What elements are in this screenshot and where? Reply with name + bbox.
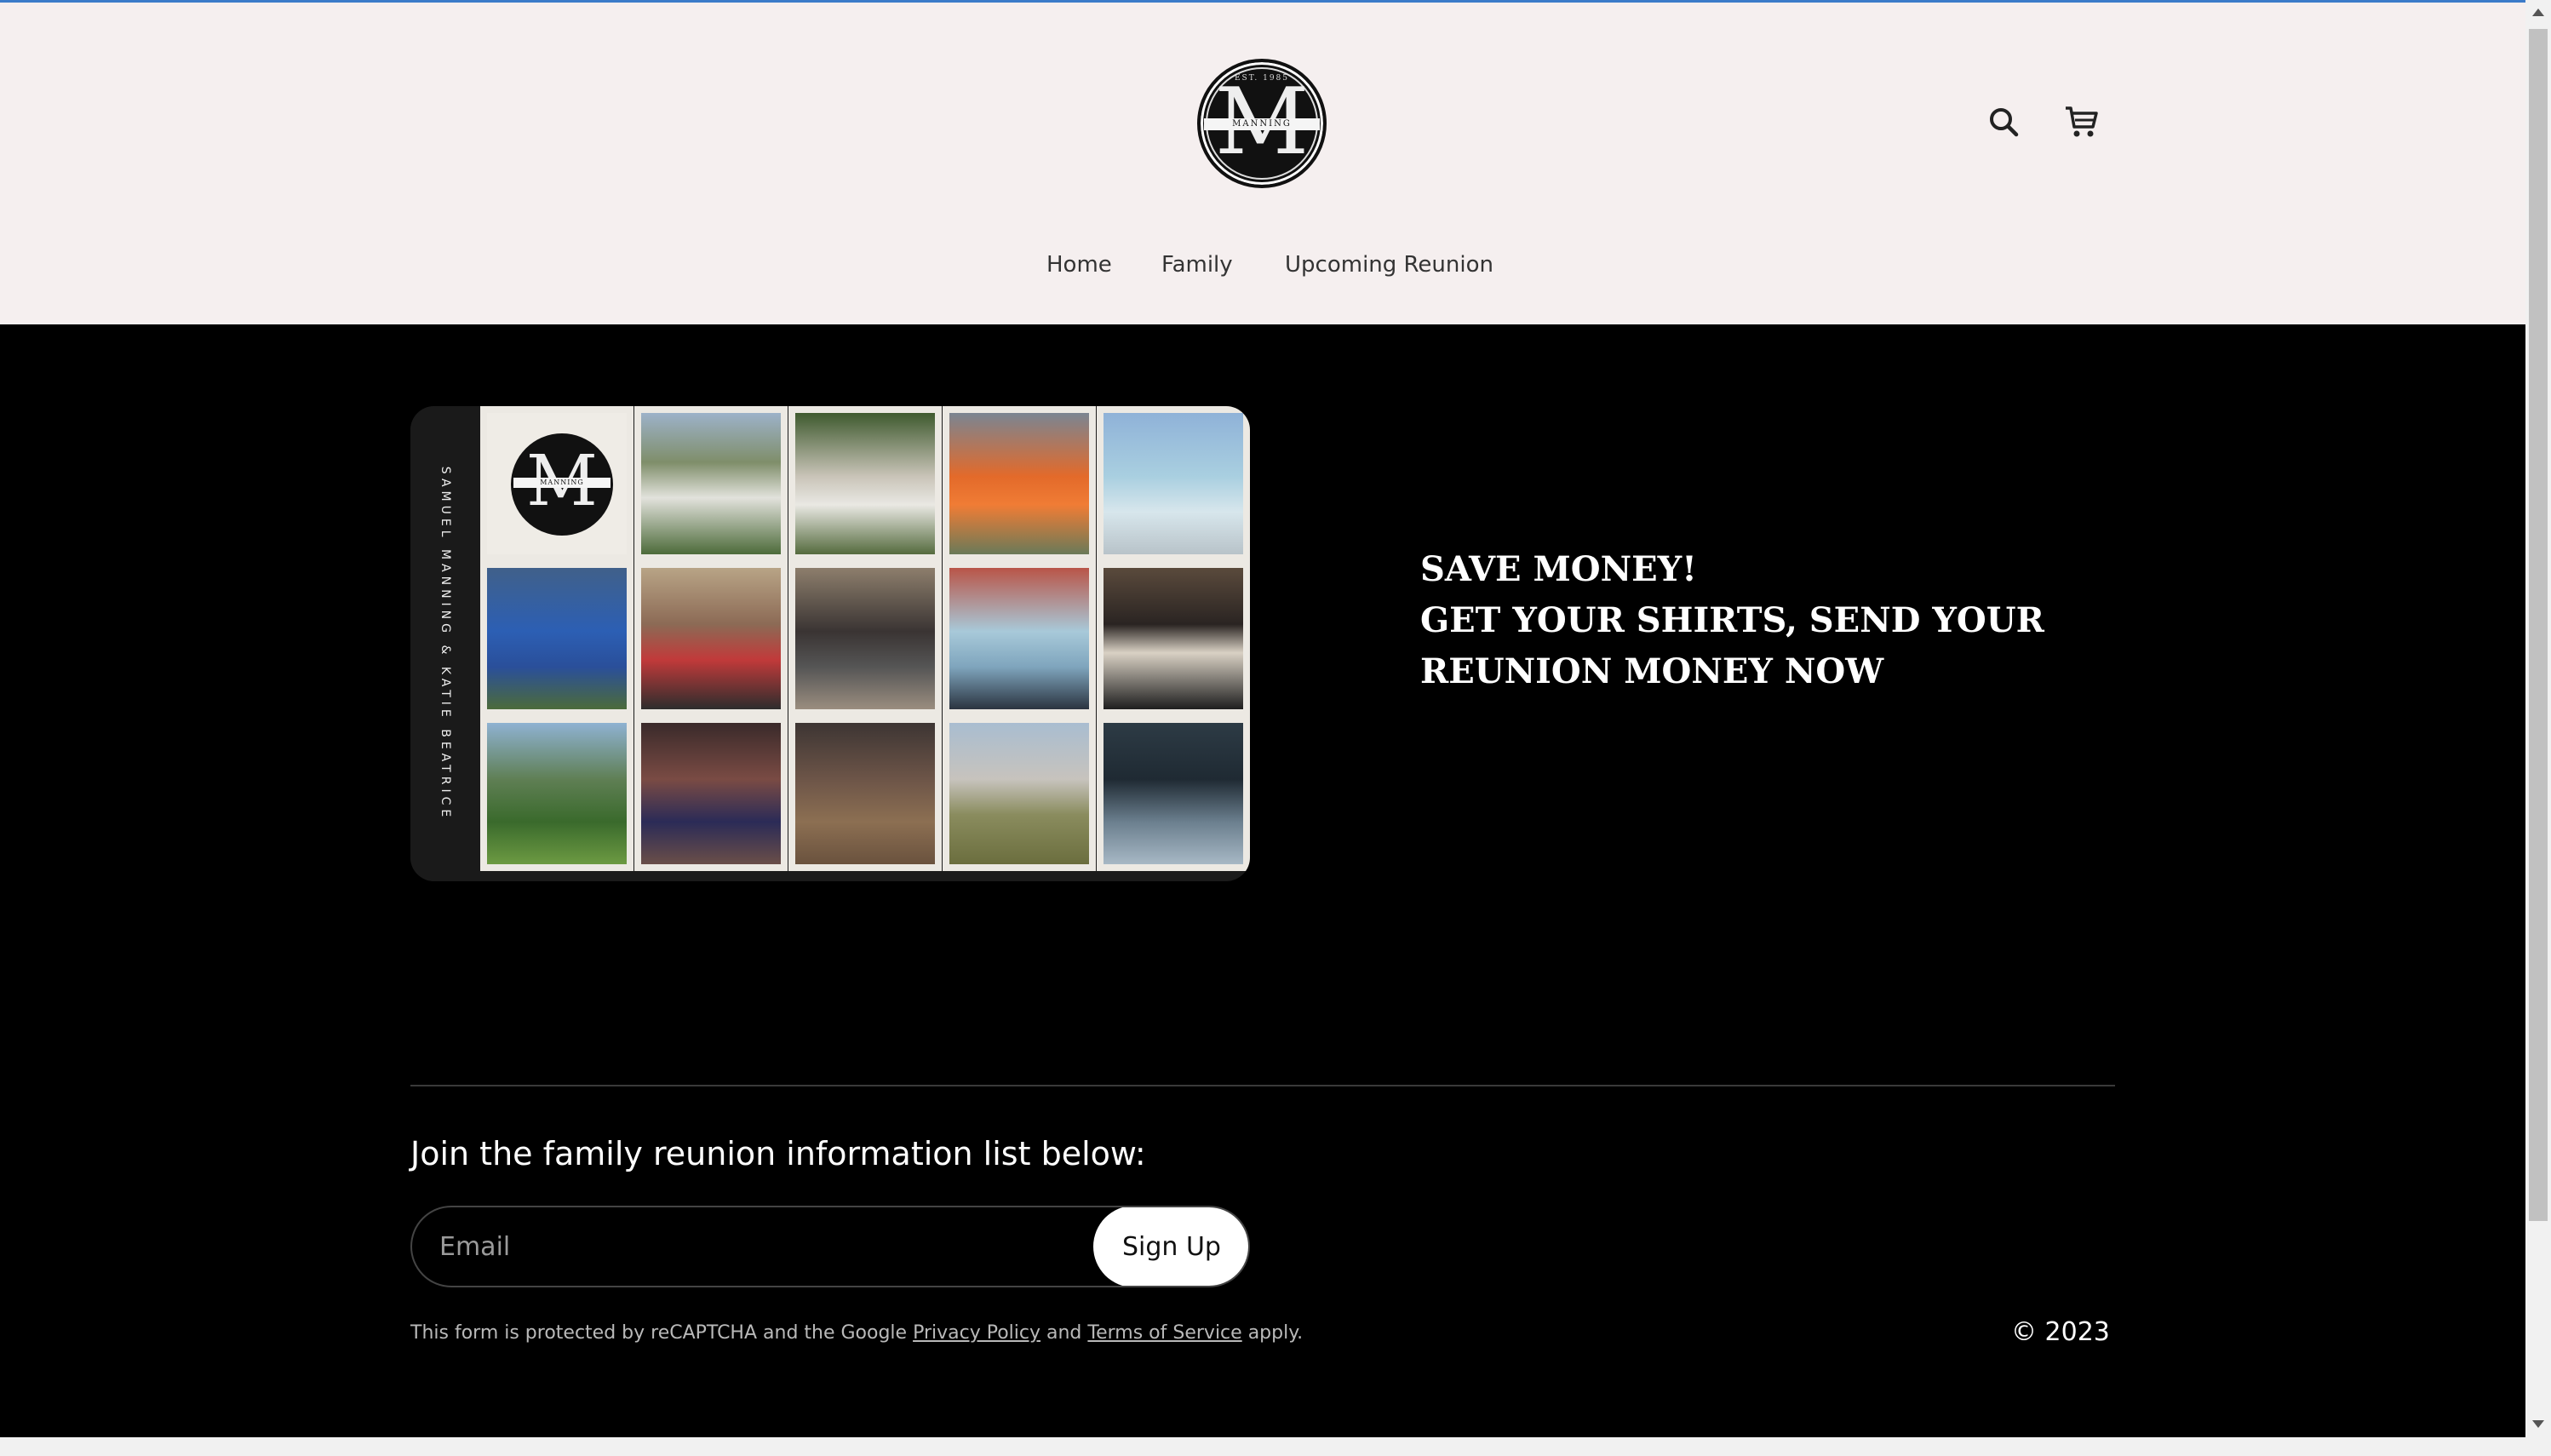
collage-photo bbox=[788, 716, 942, 871]
section-divider bbox=[410, 1085, 2115, 1086]
horizontal-scrollbar bbox=[0, 1437, 2551, 1456]
collage-logo: M MANNING bbox=[511, 433, 613, 536]
collage-grid: M MANNING bbox=[480, 406, 1250, 881]
scroll-down-icon[interactable] bbox=[2532, 1420, 2544, 1428]
legal-suffix: apply. bbox=[1241, 1322, 1304, 1344]
newsletter-form: Sign Up bbox=[410, 1206, 1250, 1287]
logo-band: MANNING bbox=[1204, 118, 1320, 130]
collage-logo-tile: M MANNING bbox=[480, 406, 633, 561]
browser-viewport: EST. 1985 M MANNING Home Family Upcoming… bbox=[0, 0, 2525, 1437]
sign-up-button[interactable]: Sign Up bbox=[1093, 1207, 1248, 1286]
search-button[interactable] bbox=[1985, 103, 2022, 140]
main-content: SAMUEL MANNING & KATIE BEATRICE M MANNIN… bbox=[0, 324, 2525, 1437]
collage-photo bbox=[480, 561, 633, 716]
cart-button[interactable] bbox=[2063, 103, 2101, 140]
collage-photo bbox=[1097, 561, 1250, 716]
copyright-text: © 2023 bbox=[2011, 1317, 2110, 1347]
legal-prefix: This form is protected by reCAPTCHA and … bbox=[410, 1322, 914, 1344]
collage-photo bbox=[788, 561, 942, 716]
promo-headline: SAVE MONEY! GET YOUR SHIRTS, SEND YOUR R… bbox=[1420, 544, 2101, 697]
collage-side-strip: SAMUEL MANNING & KATIE BEATRICE bbox=[410, 406, 480, 881]
promo-line: GET YOUR SHIRTS, SEND YOUR bbox=[1420, 600, 2044, 640]
collage-photo bbox=[634, 716, 788, 871]
collage-photo bbox=[1097, 406, 1250, 561]
legal-and: and bbox=[1040, 1322, 1088, 1344]
scroll-up-icon[interactable] bbox=[2532, 9, 2544, 16]
collage-photo bbox=[634, 561, 788, 716]
collage-photo bbox=[943, 716, 1096, 871]
collage-logo-band: MANNING bbox=[513, 478, 611, 488]
collage-photo bbox=[480, 716, 633, 871]
collage-photo bbox=[943, 561, 1096, 716]
signup-title: Join the family reunion information list… bbox=[410, 1135, 1146, 1172]
cart-icon bbox=[2066, 106, 2098, 137]
main-nav: Home Family Upcoming Reunion bbox=[0, 248, 2525, 282]
email-field[interactable] bbox=[412, 1207, 1093, 1286]
collage-side-text: SAMUEL MANNING & KATIE BEATRICE bbox=[439, 466, 452, 822]
site-header: EST. 1985 M MANNING Home Family Upcoming… bbox=[0, 3, 2525, 324]
search-icon bbox=[1990, 108, 2019, 137]
scrollbar-thumb[interactable] bbox=[2529, 29, 2548, 1221]
collage-photo bbox=[634, 406, 788, 561]
nav-item-home[interactable]: Home bbox=[1046, 248, 1112, 282]
family-photo-collage: SAMUEL MANNING & KATIE BEATRICE M MANNIN… bbox=[410, 406, 1250, 881]
collage-photo bbox=[1097, 716, 1250, 871]
nav-item-upcoming-reunion[interactable]: Upcoming Reunion bbox=[1285, 248, 1493, 282]
privacy-policy-link[interactable]: Privacy Policy bbox=[913, 1322, 1040, 1344]
nav-item-family[interactable]: Family bbox=[1161, 248, 1233, 282]
recaptcha-notice: This form is protected by reCAPTCHA and … bbox=[410, 1321, 1303, 1346]
collage-photo bbox=[788, 406, 942, 561]
site-logo[interactable]: EST. 1985 M MANNING bbox=[1197, 59, 1327, 188]
promo-line: REUNION MONEY NOW bbox=[1420, 651, 1884, 691]
terms-of-service-link[interactable]: Terms of Service bbox=[1087, 1322, 1241, 1344]
collage-photo bbox=[943, 406, 1096, 561]
promo-line: SAVE MONEY! bbox=[1420, 549, 1697, 589]
vertical-scrollbar[interactable] bbox=[2525, 0, 2551, 1437]
